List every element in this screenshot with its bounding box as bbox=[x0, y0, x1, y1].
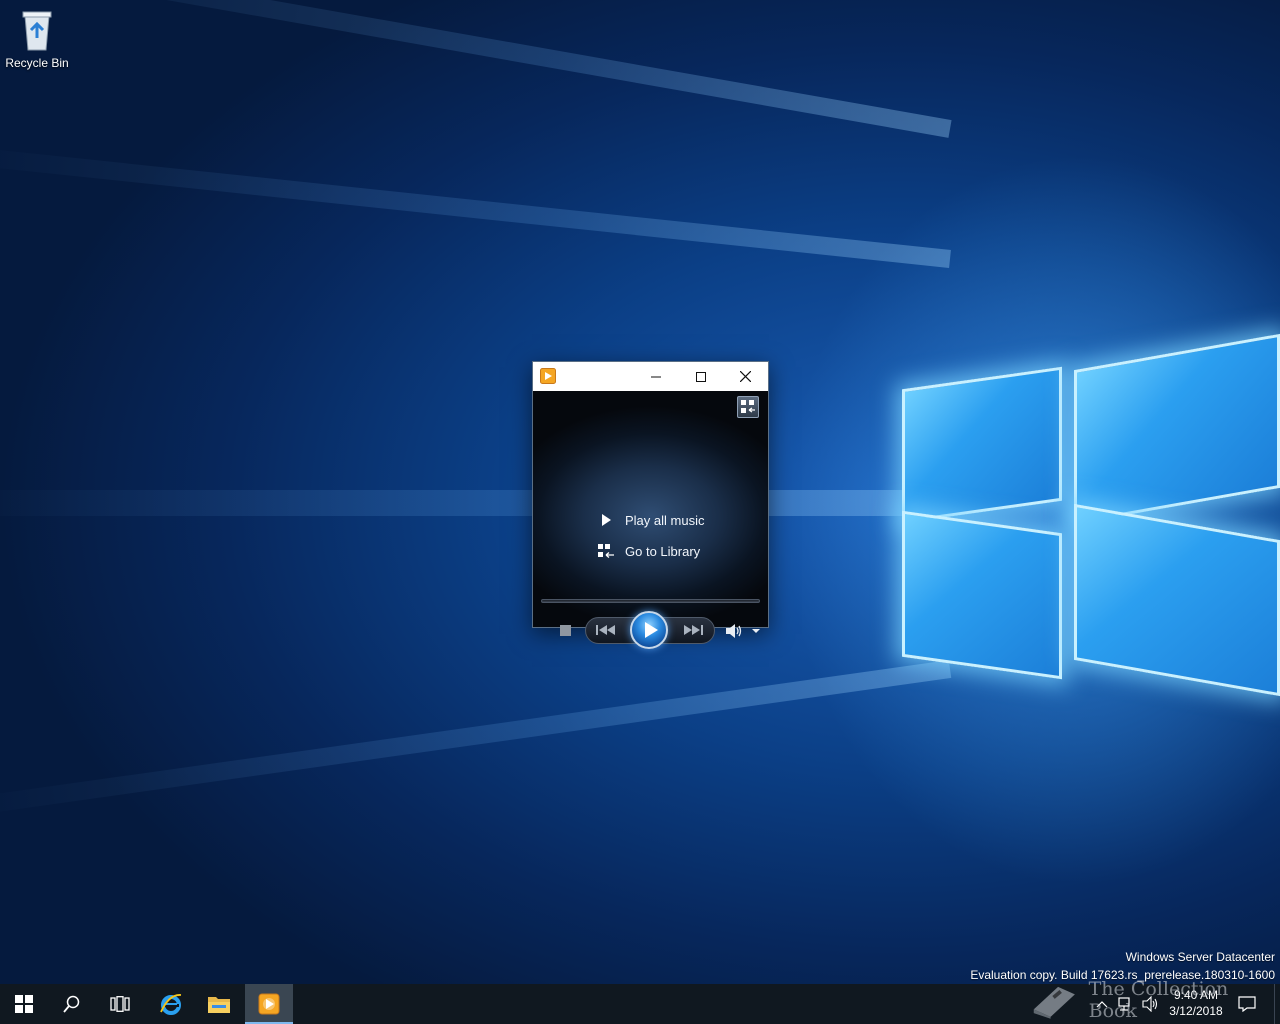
light-beam bbox=[0, 0, 952, 138]
windows-logo-icon bbox=[15, 995, 33, 1013]
library-icon bbox=[741, 400, 755, 413]
window-pane-decoration bbox=[902, 510, 1062, 680]
taskbar-file-explorer[interactable] bbox=[195, 984, 243, 1024]
minimize-button[interactable] bbox=[633, 362, 678, 391]
os-edition-watermark: Windows Server Datacenter bbox=[1125, 950, 1275, 964]
windows-media-player-icon bbox=[540, 368, 556, 384]
playback-controls bbox=[533, 611, 768, 655]
close-button[interactable] bbox=[723, 362, 768, 391]
light-beam bbox=[0, 145, 951, 268]
task-view-button[interactable] bbox=[96, 984, 144, 1024]
taskbar-clock[interactable]: 9:40 AM 3/12/2018 bbox=[1160, 987, 1232, 1019]
title-bar[interactable] bbox=[533, 362, 768, 391]
close-icon bbox=[740, 371, 751, 382]
show-desktop-button[interactable] bbox=[1274, 984, 1280, 1024]
window-pane-decoration bbox=[1074, 333, 1280, 525]
play-all-music-label: Play all music bbox=[625, 512, 705, 528]
maximize-icon bbox=[695, 371, 706, 382]
play-icon bbox=[645, 622, 658, 638]
desktop-icon-label: Recycle Bin bbox=[5, 56, 69, 70]
play-all-music-link[interactable]: Play all music bbox=[597, 510, 704, 530]
internet-explorer-icon bbox=[160, 994, 182, 1015]
search-icon bbox=[63, 995, 80, 1013]
maximize-button[interactable] bbox=[678, 362, 723, 391]
seek-slider[interactable] bbox=[541, 599, 760, 603]
volume-button[interactable] bbox=[725, 623, 743, 639]
volume-tray-button[interactable] bbox=[1140, 984, 1162, 1024]
speaker-icon bbox=[1142, 996, 1158, 1012]
window-pane-decoration bbox=[1074, 503, 1280, 697]
switch-to-library-button[interactable] bbox=[737, 396, 759, 418]
taskbar-media-player[interactable] bbox=[245, 984, 293, 1024]
chevron-down-icon[interactable] bbox=[751, 628, 761, 634]
minimize-icon bbox=[650, 376, 661, 377]
action-center-button[interactable] bbox=[1236, 984, 1258, 1024]
task-view-icon bbox=[110, 996, 130, 1012]
taskbar: 9:40 AM 3/12/2018 bbox=[0, 984, 1280, 1024]
show-hidden-icons-button[interactable] bbox=[1092, 984, 1112, 1024]
play-triangle-icon bbox=[597, 511, 615, 529]
recycle-bin-icon bbox=[22, 11, 52, 51]
stop-button[interactable] bbox=[560, 625, 571, 636]
taskbar-internet-explorer[interactable] bbox=[147, 984, 195, 1024]
windows-media-player-icon bbox=[258, 993, 280, 1015]
go-to-library-link[interactable]: Go to Library bbox=[597, 541, 700, 561]
start-button[interactable] bbox=[0, 984, 48, 1024]
window-pane-decoration bbox=[902, 366, 1062, 524]
chevron-up-icon bbox=[1096, 1001, 1108, 1008]
notification-icon bbox=[1238, 996, 1256, 1012]
network-tray-button[interactable] bbox=[1116, 984, 1136, 1024]
go-to-library-label: Go to Library bbox=[625, 543, 701, 559]
previous-button[interactable] bbox=[594, 623, 620, 637]
now-playing-area: Play all music Go to Library bbox=[533, 391, 768, 649]
desktop-icon-recycle-bin[interactable]: Recycle Bin bbox=[4, 6, 70, 78]
clock-date: 3/12/2018 bbox=[1169, 1004, 1223, 1018]
search-button[interactable] bbox=[48, 984, 96, 1024]
next-button[interactable] bbox=[680, 623, 706, 637]
build-watermark: Evaluation copy. Build 17623.rs_prerelea… bbox=[970, 968, 1275, 982]
light-beam bbox=[0, 660, 952, 818]
library-icon bbox=[597, 542, 615, 560]
light-beam bbox=[0, 490, 950, 516]
clock-time: 9:40 AM bbox=[1173, 988, 1219, 1002]
media-player-window[interactable]: Play all music Go to Library bbox=[532, 361, 769, 649]
play-button[interactable] bbox=[630, 611, 668, 649]
folder-icon bbox=[208, 997, 230, 1013]
network-icon bbox=[1118, 997, 1130, 1011]
